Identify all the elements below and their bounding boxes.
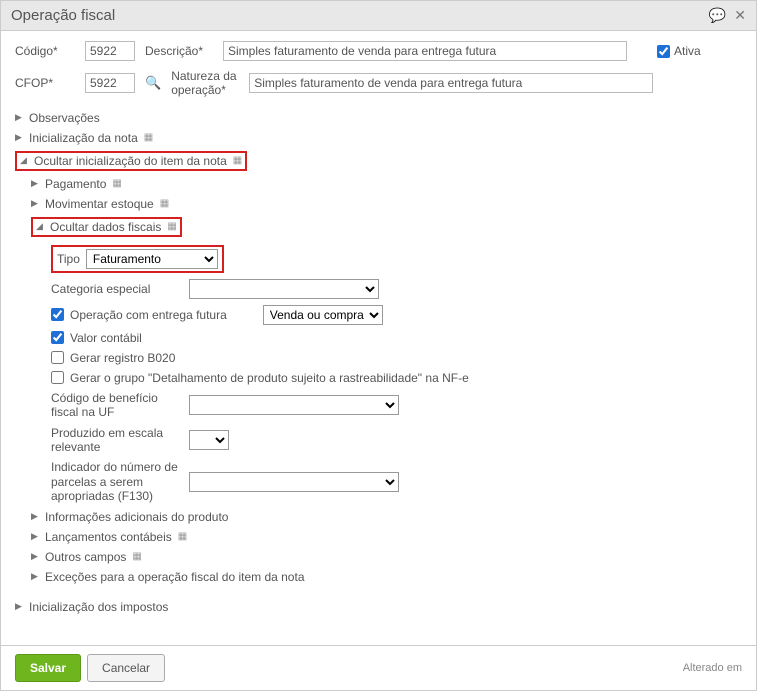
chevron-right-icon: ▶: [31, 571, 41, 582]
grid-icon: ▦: [160, 198, 169, 209]
gerar-grupo-label: Gerar o grupo "Detalhamento de produto s…: [70, 371, 469, 385]
tipo-select[interactable]: Faturamento: [86, 249, 218, 269]
venda-compra-select[interactable]: Venda ou compra: [263, 305, 383, 325]
chevron-down-icon: ◢: [36, 221, 46, 232]
chevron-right-icon: ▶: [15, 132, 25, 143]
cfop-input[interactable]: [85, 73, 135, 93]
modal-title: Operação fiscal: [11, 7, 115, 24]
grid-icon: ▦: [132, 551, 141, 562]
valor-contabil-checkbox[interactable]: [51, 331, 64, 344]
tree-lancamentos[interactable]: ▶ Lançamentos contábeis ▦: [31, 527, 742, 547]
modal-header: Operação fiscal 💬 ✕: [1, 1, 756, 31]
natureza-input[interactable]: [249, 73, 653, 93]
descricao-input[interactable]: [223, 41, 627, 61]
salvar-button[interactable]: Salvar: [15, 654, 81, 682]
gerar-b020-label: Gerar registro B020: [70, 351, 175, 365]
close-icon[interactable]: ✕: [734, 7, 746, 24]
modal-body: Código* Descrição* Ativa CFOP* 🔍 Naturez…: [1, 31, 756, 645]
comment-icon[interactable]: 💬: [709, 7, 726, 24]
tree-outros[interactable]: ▶ Outros campos ▦: [31, 547, 742, 567]
tree-excecoes[interactable]: ▶ Exceções para a operação fiscal do ite…: [31, 567, 742, 587]
op-entrega-futura-checkbox[interactable]: [51, 308, 64, 321]
tree-ocultar-dados-fiscais[interactable]: ◢ Ocultar dados fiscais ▦: [31, 214, 742, 240]
codigo-beneficio-label: Código de benefício fiscal na UF: [51, 391, 181, 420]
codigo-label: Código*: [15, 44, 75, 58]
grid-icon: ▦: [144, 132, 153, 143]
gerar-grupo-checkbox[interactable]: [51, 371, 64, 384]
produzido-escala-select[interactable]: [189, 430, 229, 450]
chevron-right-icon: ▶: [31, 551, 41, 562]
grid-icon: ▦: [112, 178, 121, 189]
alterado-label: Alterado em: [683, 662, 742, 674]
categoria-label: Categoria especial: [51, 282, 181, 296]
tree-init-impostos[interactable]: ▶ Inicialização dos impostos: [15, 597, 742, 617]
search-icon[interactable]: 🔍: [145, 75, 161, 91]
tree-info-adicionais[interactable]: ▶ Informações adicionais do produto: [31, 507, 742, 527]
grid-icon: ▦: [233, 155, 242, 166]
ativa-checkbox[interactable]: [657, 45, 670, 58]
modal-footer: Salvar Cancelar Alterado em: [1, 645, 756, 690]
produzido-escala-label: Produzido em escala relevante: [51, 426, 181, 455]
valor-contabil-label: Valor contábil: [70, 331, 142, 345]
tree-ocultar-init-item[interactable]: ◢ Ocultar inicialização do item da nota …: [15, 148, 742, 174]
gerar-b020-checkbox[interactable]: [51, 351, 64, 364]
chevron-right-icon: ▶: [31, 531, 41, 542]
op-entrega-futura-label: Operação com entrega futura: [70, 308, 227, 322]
grid-icon: ▦: [167, 221, 176, 232]
indicador-parcelas-select[interactable]: [189, 472, 399, 492]
cfop-label: CFOP*: [15, 76, 75, 90]
chevron-down-icon: ◢: [20, 155, 30, 166]
grid-icon: ▦: [178, 531, 187, 542]
tree-observacoes[interactable]: ▶ Observações: [15, 108, 742, 128]
chevron-right-icon: ▶: [31, 198, 41, 209]
tree-mov-estoque[interactable]: ▶ Movimentar estoque ▦: [31, 194, 742, 214]
chevron-right-icon: ▶: [31, 511, 41, 522]
ativa-label: Ativa: [674, 44, 701, 58]
categoria-select[interactable]: [189, 279, 379, 299]
chevron-right-icon: ▶: [15, 112, 25, 123]
codigo-beneficio-select[interactable]: [189, 395, 399, 415]
cancelar-button[interactable]: Cancelar: [87, 654, 165, 682]
tree-init-nota[interactable]: ▶ Inicialização da nota ▦: [15, 128, 742, 148]
codigo-input[interactable]: [85, 41, 135, 61]
natureza-label: Natureza da operação*: [171, 69, 239, 98]
tree-pagamento[interactable]: ▶ Pagamento ▦: [31, 174, 742, 194]
descricao-label: Descrição*: [145, 44, 213, 58]
chevron-right-icon: ▶: [31, 178, 41, 189]
indicador-parcelas-label: Indicador do número de parcelas a serem …: [51, 460, 181, 503]
tipo-label: Tipo: [57, 252, 80, 266]
chevron-right-icon: ▶: [15, 601, 25, 612]
